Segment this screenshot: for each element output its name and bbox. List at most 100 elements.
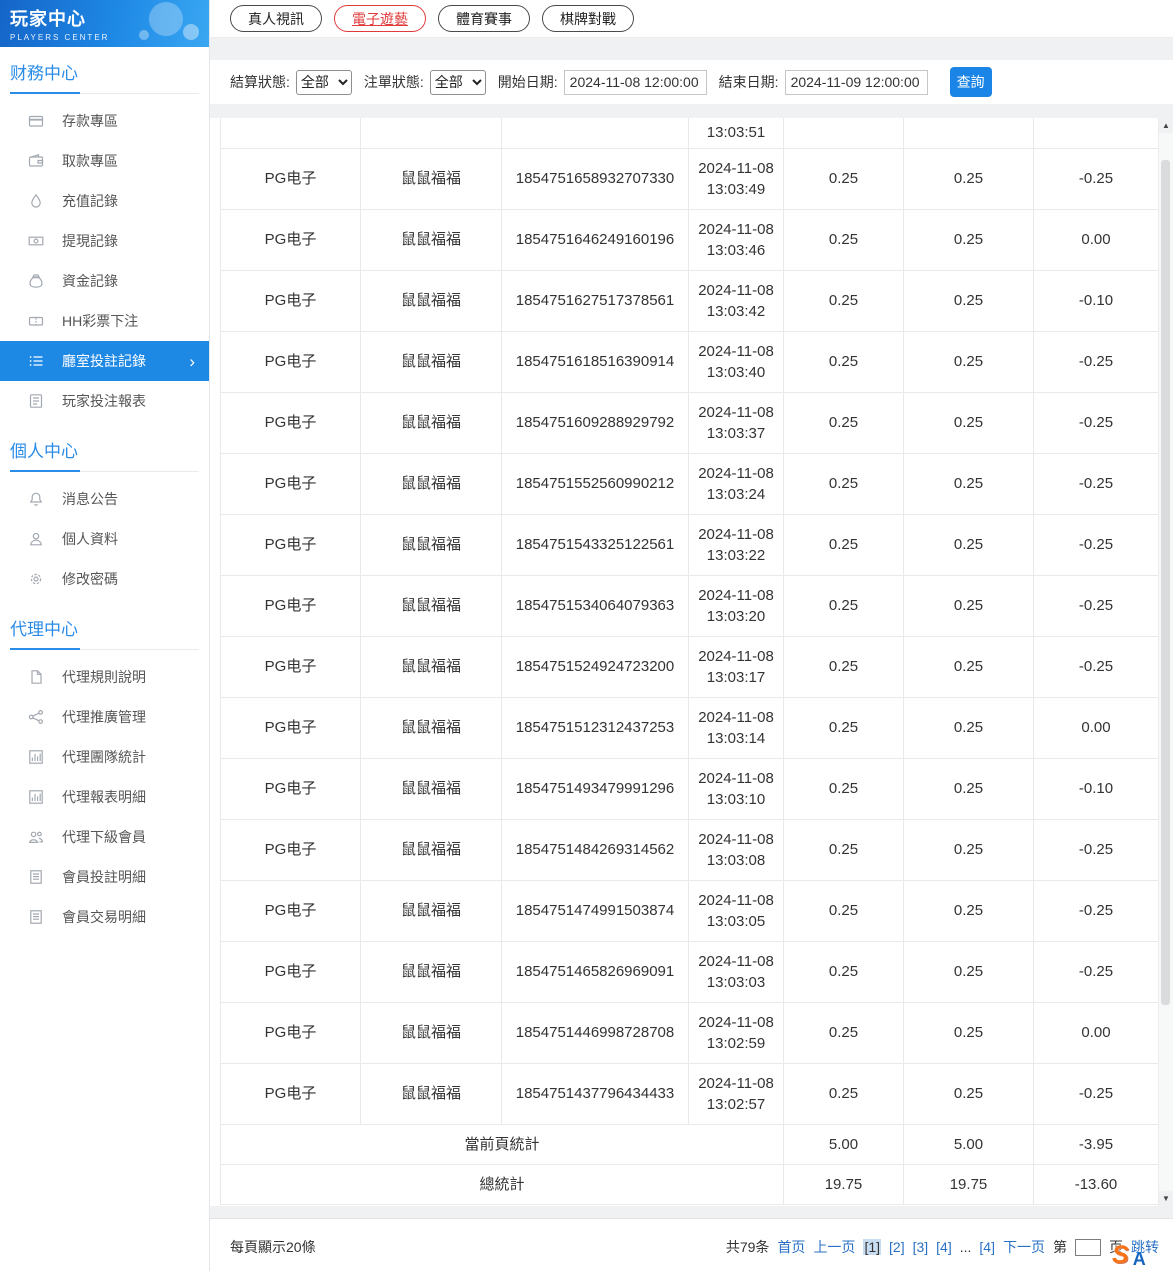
table-row: PG电子鼠鼠福福18547516589327073302024-11-0813:… — [221, 148, 1159, 209]
scroll-down-arrow-icon[interactable]: ▼ — [1159, 1191, 1173, 1206]
order-status-select[interactable]: 全部 — [430, 70, 486, 95]
end-date-input[interactable] — [785, 70, 928, 95]
table-row: PG电子鼠鼠福福18547514842693145622024-11-0813:… — [221, 819, 1159, 880]
sidebar-item-label: 取款專區 — [62, 151, 209, 171]
sidebar-item[interactable]: 消息公告 › — [0, 479, 209, 519]
table-row: PG电子鼠鼠福福18547514377964344332024-11-0813:… — [221, 1063, 1159, 1124]
cell-order-no: 1854751534064079363 — [502, 575, 689, 636]
sidebar-item[interactable]: 代理規則說明 › — [0, 657, 209, 697]
jump-prefix-label: 第 — [1053, 1237, 1067, 1257]
prev-page-link[interactable]: 上一页 — [813, 1237, 855, 1257]
sidebar-section-items: 存款專區 › 取款專區 › 充值記錄 › 提現記錄 › 資金記錄 › HH彩票下… — [0, 94, 209, 425]
page-link[interactable]: [4] — [936, 1239, 952, 1255]
sidebar-item[interactable]: 資金記錄 › — [0, 261, 209, 301]
cell-valid-bet: 0.25 — [904, 514, 1034, 575]
cell-profit: -0.25 — [1034, 331, 1159, 392]
sogou-ime-icon[interactable]: S — [1112, 1243, 1129, 1268]
cell-provider: PG电子 — [221, 636, 361, 697]
cell-order-no: 1854751524924723200 — [502, 636, 689, 697]
sidebar-item[interactable]: HH彩票下注 › — [0, 301, 209, 341]
cell-provider: PG电子 — [221, 941, 361, 1002]
sidebar-item[interactable]: 取款專區 › — [0, 141, 209, 181]
cell-game: 鼠鼠福福 — [361, 392, 502, 453]
scrollbar-thumb[interactable] — [1161, 160, 1170, 1005]
page-link[interactable]: [1] — [863, 1239, 881, 1255]
search-button[interactable]: 查詢 — [950, 67, 992, 97]
sidebar-item[interactable]: 玩家投注報表 › — [0, 381, 209, 421]
cell-order-no: 1854751627517378561 — [502, 270, 689, 331]
cell-provider: PG电子 — [221, 514, 361, 575]
cell-bet: 0.25 — [784, 331, 904, 392]
table-row: PG电子鼠鼠福福18547516185163909142024-11-0813:… — [221, 331, 1159, 392]
table-row: PG电子鼠鼠福福18547515340640793632024-11-0813:… — [221, 575, 1159, 636]
total-summary-row: 總統計19.7519.75-13.60 — [221, 1164, 1159, 1204]
cell-game: 鼠鼠福福 — [361, 270, 502, 331]
next-page-link[interactable]: 下一页 — [1003, 1237, 1045, 1257]
sidebar-item[interactable]: 個人資料 › — [0, 519, 209, 559]
cell-datetime: 13:03:51 — [689, 118, 784, 148]
cell-bet: 0.25 — [784, 758, 904, 819]
sidebar-nav: 财務中心 存款專區 › 取款專區 › 充值記錄 › 提現記錄 › 資金記錄 › … — [0, 59, 209, 941]
cell-game — [361, 118, 502, 148]
sidebar-item[interactable]: 會員投註明細 › — [0, 857, 209, 897]
sidebar-item[interactable]: 代理報表明細 › — [0, 777, 209, 817]
table-scrollbar[interactable]: ▲ ▼ — [1158, 118, 1173, 1206]
cell-order-no — [502, 118, 689, 148]
pager: 共79条 首页 上一页 [1][2][3][4]...[4] 下一页 第 页 跳… — [726, 1237, 1159, 1257]
page-link[interactable]: [4] — [979, 1239, 995, 1255]
sidebar-item[interactable]: 代理團隊統計 › — [0, 737, 209, 777]
scroll-up-arrow-icon[interactable]: ▲ — [1159, 118, 1173, 133]
sidebar-item-label: 會員投註明細 — [62, 867, 209, 887]
category-tab[interactable]: 真人視訊 — [230, 5, 322, 32]
page-jump-input[interactable] — [1075, 1239, 1101, 1256]
sidebar-item[interactable]: 提現記錄 › — [0, 221, 209, 261]
drop-icon — [28, 193, 44, 209]
cell-bet: 0.25 — [784, 148, 904, 209]
category-tab[interactable]: 體育賽事 — [438, 5, 530, 32]
total-records-label: 共79条 — [726, 1237, 770, 1257]
gear-icon — [28, 571, 44, 587]
cell-game: 鼠鼠福福 — [361, 1002, 502, 1063]
sidebar-item-label: 代理推廣管理 — [62, 707, 209, 727]
ime-mode-letter: A — [1133, 1250, 1146, 1268]
cell-provider: PG电子 — [221, 270, 361, 331]
sidebar-item[interactable]: 存款專區 › — [0, 101, 209, 141]
sidebar-item-label: 消息公告 — [62, 489, 209, 509]
cell-datetime: 2024-11-0813:02:59 — [689, 1002, 784, 1063]
list-icon — [28, 353, 44, 369]
category-tabs: 真人視訊 電子遊藝 體育賽事 棋牌對戰 — [210, 0, 1173, 38]
page-link[interactable]: [2] — [889, 1239, 905, 1255]
table-row: PG电子鼠鼠福福18547514658269690912024-11-0813:… — [221, 941, 1159, 1002]
cell-valid-bet: 0.25 — [904, 697, 1034, 758]
cell-valid-bet: 0.25 — [904, 453, 1034, 514]
cell-bet: 0.25 — [784, 453, 904, 514]
cell-datetime: 2024-11-0813:03:05 — [689, 880, 784, 941]
sidebar-item[interactable]: 代理下級會員 › — [0, 817, 209, 857]
sidebar-item-label: 廳室投註記錄 — [62, 351, 171, 371]
page-summary-row-label: 當前頁統計 — [221, 1124, 784, 1164]
category-tab[interactable]: 電子遊藝 — [334, 5, 426, 32]
table-row: PG电子鼠鼠福福18547515525609902122024-11-0813:… — [221, 453, 1159, 514]
category-tab[interactable]: 棋牌對戰 — [542, 5, 634, 32]
cell-datetime: 2024-11-0813:03:42 — [689, 270, 784, 331]
sidebar-item[interactable]: 充值記錄 › — [0, 181, 209, 221]
cell-datetime: 2024-11-0813:03:24 — [689, 453, 784, 514]
first-page-link[interactable]: 首页 — [777, 1237, 805, 1257]
cell-valid-bet: 0.25 — [904, 392, 1034, 453]
page-link[interactable]: [3] — [913, 1239, 929, 1255]
sidebar-item[interactable]: 代理推廣管理 › — [0, 697, 209, 737]
start-date-input[interactable] — [564, 70, 707, 95]
sidebar-item[interactable]: 會員交易明細 › — [0, 897, 209, 937]
chart-icon — [28, 789, 44, 805]
end-date-label: 結束日期: — [719, 72, 779, 92]
chart-icon — [28, 749, 44, 765]
sidebar-item[interactable]: 廳室投註記錄 › — [0, 341, 209, 381]
settle-status-select[interactable]: 全部 — [296, 70, 352, 95]
cell-bet: 0.25 — [784, 819, 904, 880]
sidebar-item[interactable]: 修改密碼 › — [0, 559, 209, 599]
cell-game: 鼠鼠福福 — [361, 636, 502, 697]
bell-icon — [28, 491, 44, 507]
cell-datetime: 2024-11-0813:03:46 — [689, 209, 784, 270]
ime-indicator[interactable]: S A — [1112, 1243, 1146, 1268]
cell-profit: -13.60 — [1034, 1164, 1159, 1204]
